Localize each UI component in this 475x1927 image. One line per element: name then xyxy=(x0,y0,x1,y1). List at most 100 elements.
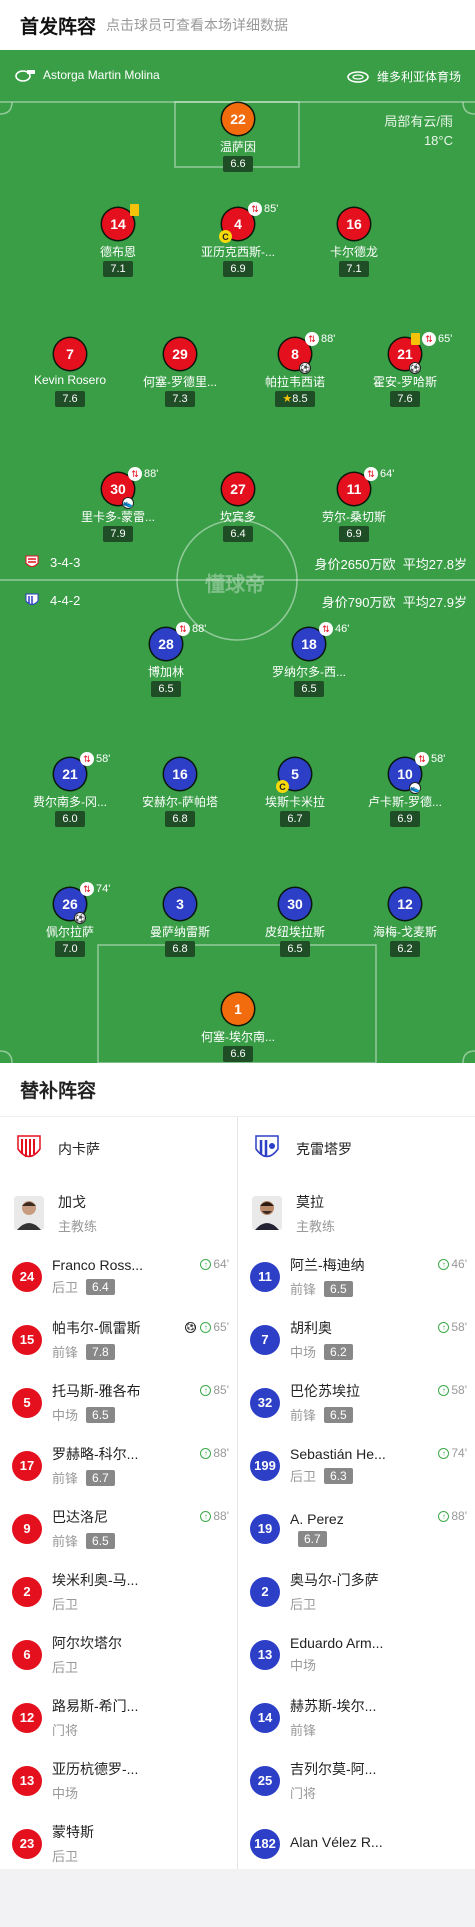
player-rating: 7.8 xyxy=(86,1343,115,1360)
sub-player-row[interactable]: 12 路易斯-希门... 门将 xyxy=(0,1686,237,1749)
player-home-1[interactable]: 22 温萨因 6.6 xyxy=(183,103,293,172)
sub-player-row[interactable]: 25 吉列尔莫-阿... 门将 xyxy=(238,1749,475,1812)
player-position: 前锋 xyxy=(290,1408,317,1423)
player-position: 前锋 xyxy=(52,1471,79,1486)
player-home-3[interactable]: 4 ⇅ 85' C 亚历克西斯-... 6.9 xyxy=(183,202,293,277)
player-away-6[interactable]: 10 ⇅ 58' 👟 卢卡斯-罗德... 6.9 xyxy=(350,752,460,827)
sub-in-info: ↑ 58' xyxy=(438,1320,467,1334)
player-rating: 6.5 xyxy=(151,681,181,697)
goal-icon: ⚽ xyxy=(74,912,86,924)
player-rating: 6.5 xyxy=(294,681,324,697)
sub-player-row[interactable]: 24 Franco Ross... 后卫 6.4 ↑ 64' xyxy=(0,1245,237,1308)
player-away-5[interactable]: 5C 埃斯卡米拉 6.7 xyxy=(240,758,350,827)
player-away-9[interactable]: 30 皮纽埃拉斯 6.5 xyxy=(240,888,350,957)
player-away-3[interactable]: 21 ⇅ 58' 费尔南多-冈... 6.0 xyxy=(15,752,125,827)
player-name: 佩尔拉萨 xyxy=(45,925,94,938)
player-rating: 7.6 xyxy=(390,391,420,407)
sub-player-row[interactable]: 13 亚历杭德罗-... 中场 xyxy=(0,1749,237,1812)
player-name: 路易斯-希门... xyxy=(52,1698,139,1714)
player-home-4[interactable]: 16 卡尔德龙 7.1 xyxy=(299,208,409,277)
coach-avatar xyxy=(252,1196,282,1230)
jersey-number: 13 xyxy=(250,1639,280,1670)
sub-player-row[interactable]: 13 Eduardo Arm... 中场 xyxy=(238,1623,475,1686)
jersey-number: 3 xyxy=(164,888,196,920)
player-home-9[interactable]: 30 ⇅ 88' 👟 里卡多-蒙雷... 7.9 xyxy=(63,467,173,542)
player-home-7[interactable]: 8 ⇅ 88' ⚽ 帕拉韦西诺 ★8.5 xyxy=(240,332,350,407)
player-name: 卡尔德龙 xyxy=(329,245,378,258)
jersey-number: 13 xyxy=(12,1765,42,1796)
sub-player-row[interactable]: 11 阿兰-梅迪纳 前锋 6.5 ↑ 46' xyxy=(238,1245,475,1308)
sub-minute: 64' xyxy=(213,1257,229,1271)
player-home-6[interactable]: 29 何塞-罗德里... 7.3 xyxy=(125,338,235,407)
jersey-number: 199 xyxy=(250,1450,280,1481)
sub-player-row[interactable]: 182 Alan Vélez R... xyxy=(238,1812,475,1875)
sub-icon: ⇅ xyxy=(364,467,378,481)
sub-minute: 88' xyxy=(213,1509,229,1523)
jersey-number: 10 xyxy=(397,766,413,782)
sub-minute: 74' xyxy=(451,1446,467,1460)
sub-player-row[interactable]: 14 赫苏斯-埃尔... 前锋 xyxy=(238,1686,475,1749)
coach-label: 主教练 xyxy=(296,1218,336,1234)
player-name: Alan Vélez R... xyxy=(290,1833,383,1850)
player-home-11[interactable]: 11 ⇅ 64' 劳尔-桑切斯 6.9 xyxy=(299,467,409,542)
sub-icon: ⇅ xyxy=(128,467,142,481)
player-rating: 6.5 xyxy=(86,1532,115,1549)
goal-icon: ⚽ xyxy=(185,1321,197,1333)
player-home-2[interactable]: 14 德布恩 7.1 xyxy=(63,204,173,277)
player-name: 曼萨纳雷斯 xyxy=(149,925,210,938)
away-team-header[interactable]: 克雷塔罗 xyxy=(238,1117,475,1181)
jersey-number: 24 xyxy=(12,1261,42,1292)
sub-player-row[interactable]: 32 巴伦苏埃拉 前锋 6.5 ↑ 58' xyxy=(238,1371,475,1434)
jersey-number: 2 xyxy=(12,1576,42,1607)
sub-player-row[interactable]: 5 托马斯-雅各布 中场 6.5 ↑ 85' xyxy=(0,1371,237,1434)
player-away-4[interactable]: 16 安赫尔-萨帕塔 6.8 xyxy=(125,758,235,827)
away-coach[interactable]: 莫拉 主教练 xyxy=(238,1181,475,1245)
sub-player-row[interactable]: 23 蒙特斯 后卫 xyxy=(0,1812,237,1875)
player-name: 奥马尔-门多萨 xyxy=(290,1572,379,1588)
sub-player-row[interactable]: 199 Sebastián He... 后卫 6.3 ↑ 74' xyxy=(238,1434,475,1497)
home-coach[interactable]: 加戈 主教练 xyxy=(0,1181,237,1245)
player-away-1[interactable]: 28 ⇅ 88' 博加林 6.5 xyxy=(111,622,221,697)
sub-minute: 85' xyxy=(264,203,279,215)
away-subs-column: 克雷塔罗 莫拉 主教练 11 阿兰-梅迪纳 前锋 6.5 ↑ 46' 7 胡利奥 中场 6.2 ↑ 58… xyxy=(238,1117,475,1875)
player-away-10[interactable]: 12 海梅-戈麦斯 6.2 xyxy=(350,888,460,957)
stadium-info: 维多利亚体育场 xyxy=(347,68,461,85)
home-team-name: 内卡萨 xyxy=(58,1141,100,1157)
sub-player-row[interactable]: 9 巴达洛尼 前锋 6.5 ↑ 88' xyxy=(0,1497,237,1560)
player-position: 前锋 xyxy=(290,1282,317,1297)
sub-player-row[interactable]: 19 A. Perez 6.7 ↑ 88' xyxy=(238,1497,475,1560)
sub-player-row[interactable]: 7 胡利奥 中场 6.2 ↑ 58' xyxy=(238,1308,475,1371)
sub-player-row[interactable]: 2 埃米利奥-马... 后卫 xyxy=(0,1560,237,1623)
home-team-header[interactable]: 内卡萨 xyxy=(0,1117,237,1181)
player-rating: 7.6 xyxy=(55,391,85,407)
player-name: 巴伦苏埃拉 xyxy=(290,1383,360,1399)
player-position: 后卫 xyxy=(290,1469,317,1484)
goal-icon: ⚽ xyxy=(299,362,311,374)
sub-player-row[interactable]: 2 奥马尔-门多萨 后卫 xyxy=(238,1560,475,1623)
player-name: 阿尔坎塔尔 xyxy=(52,1635,122,1651)
sub-player-row[interactable]: 6 阿尔坎塔尔 后卫 xyxy=(0,1623,237,1686)
page-title: 首发阵容 xyxy=(20,16,97,38)
player-away-7[interactable]: 26 ⇅ 74' ⚽ 佩尔拉萨 7.0 xyxy=(15,882,125,957)
sub-icon: ⇅ xyxy=(176,622,190,636)
sub-up-icon: ↑ xyxy=(438,1447,450,1459)
player-rating: 6.5 xyxy=(280,941,310,957)
player-away-2[interactable]: 18 ⇅ 46' 罗纳尔多-西... 6.5 xyxy=(254,622,364,697)
assist-icon: 👟 xyxy=(122,497,134,509)
player-rating: 7.1 xyxy=(103,261,133,277)
player-away-8[interactable]: 3 曼萨纳雷斯 6.8 xyxy=(125,888,235,957)
sub-icon: ⇅ xyxy=(305,332,319,346)
player-name: 赫苏斯-埃尔... xyxy=(290,1698,377,1714)
player-rating: 6.9 xyxy=(390,811,420,827)
player-home-8[interactable]: 21 ⇅ 65' ⚽ 霍安-罗哈斯 7.6 xyxy=(350,332,460,407)
player-rating: 6.9 xyxy=(339,526,369,542)
player-name: 何塞-罗德里... xyxy=(143,375,217,388)
player-away-11[interactable]: 1 何塞-埃尔南... 6.6 xyxy=(183,993,293,1062)
sub-player-row[interactable]: 17 罗赫略-科尔... 前锋 6.7 ↑ 88' xyxy=(0,1434,237,1497)
home-team-bar: 3-4-3 xyxy=(24,554,80,570)
weather: 局部有云/雨 18°C xyxy=(384,112,453,150)
sub-player-row[interactable]: 15 帕韦尔-佩雷斯 前锋 7.8 ⚽ ↑ 65' xyxy=(0,1308,237,1371)
player-home-5[interactable]: 7 Kevin Rosero 7.6 xyxy=(15,338,125,407)
player-home-10[interactable]: 27 坎宾多 6.4 xyxy=(183,473,293,542)
coach-label: 主教练 xyxy=(58,1218,98,1234)
